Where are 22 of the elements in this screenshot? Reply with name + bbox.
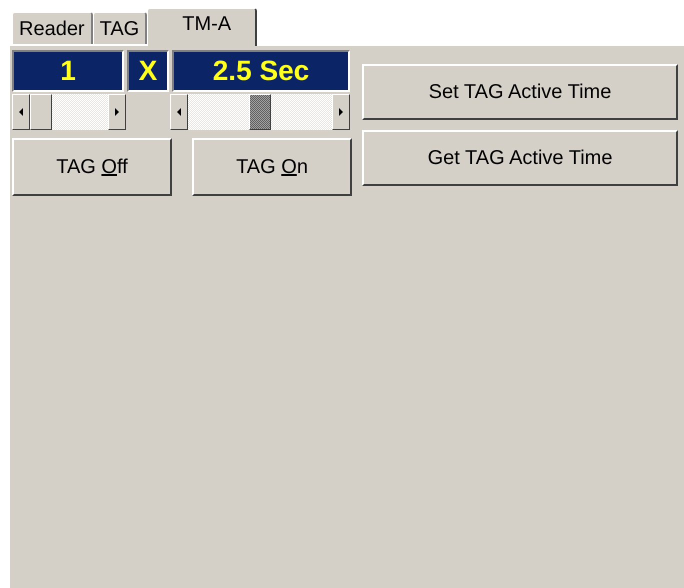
- get-time-button[interactable]: Get TAG Active Time: [362, 130, 678, 186]
- set-time-button[interactable]: Set TAG Active Time: [362, 64, 678, 120]
- left-arrow-icon: [177, 108, 181, 116]
- right-arrow-icon: [115, 108, 119, 116]
- scroll-right-button[interactable]: [108, 94, 126, 130]
- scroll-left-button[interactable]: [12, 94, 30, 130]
- count-display: 1: [12, 50, 124, 92]
- tag-on-button[interactable]: TAG On: [192, 138, 352, 196]
- tab[interactable]: TAG: [92, 12, 148, 44]
- tab[interactable]: TM-A: [147, 8, 258, 46]
- tab[interactable]: Reader: [12, 12, 93, 44]
- right-arrow-icon: [339, 108, 343, 116]
- left-arrow-icon: [19, 108, 23, 116]
- scrollbar[interactable]: [12, 94, 126, 130]
- scrollbar[interactable]: [170, 94, 350, 130]
- time-display: 2.5 Sec: [172, 50, 350, 92]
- scroll-thumb[interactable]: [30, 94, 52, 130]
- multiply-display: X: [127, 50, 169, 92]
- scroll-left-button[interactable]: [170, 94, 188, 130]
- scroll-right-button[interactable]: [332, 94, 350, 130]
- tag-off-button[interactable]: TAG Off: [12, 138, 172, 196]
- scroll-thumb[interactable]: [249, 94, 271, 130]
